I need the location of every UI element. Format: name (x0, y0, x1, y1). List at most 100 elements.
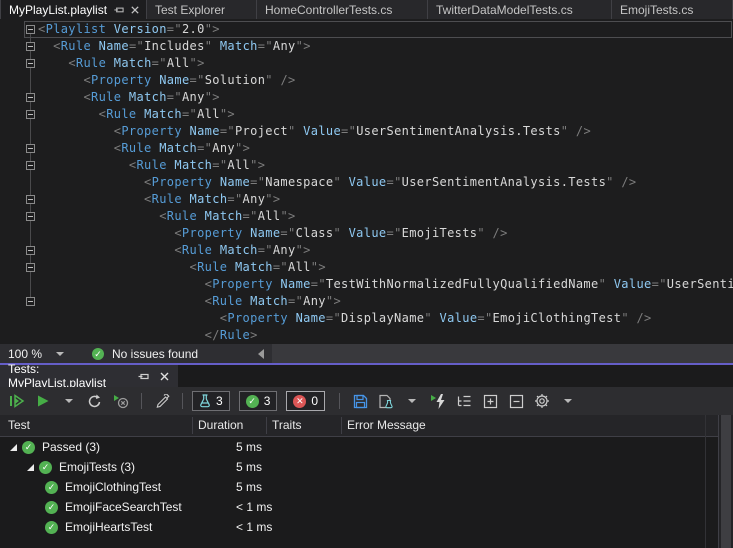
save-playlist-button[interactable] (349, 390, 371, 412)
code-line-14[interactable]: <Rule Match="Any"> (0, 242, 733, 259)
code-line-6[interactable]: <Rule Match="All"> (0, 106, 733, 123)
expand-all-button[interactable] (479, 390, 501, 412)
test-row-2[interactable]: ✓ EmojiTests (3) 5 ms (0, 457, 733, 477)
code-line-19[interactable]: </Rule> (0, 327, 733, 344)
document-tab-1[interactable]: MyPlayList.playlist (0, 0, 147, 19)
code-line-15[interactable]: <Rule Match="All"> (0, 259, 733, 276)
playlist-options-dropdown[interactable] (401, 390, 423, 412)
test-label: EmojiHeartsTest (65, 520, 153, 534)
code-text: <Playlist Version="2.0"> (38, 22, 220, 36)
vertical-scrollbar[interactable] (718, 415, 733, 548)
close-icon[interactable] (130, 5, 140, 15)
code-line-12[interactable]: <Rule Match="All"> (0, 208, 733, 225)
code-line-8[interactable]: <Rule Match="Any"> (0, 140, 733, 157)
toolbar-separator (182, 393, 183, 409)
column-header-duration[interactable]: Duration (198, 418, 243, 432)
close-icon[interactable] (159, 371, 170, 382)
settings-dropdown[interactable] (557, 390, 579, 412)
code-line-18[interactable]: <Property Name="DisplayName" Value="Emoj… (0, 310, 733, 327)
run-tests-button[interactable] (32, 390, 54, 412)
fold-collapse-icon[interactable] (26, 297, 35, 306)
vertical-scrollbar-thumb[interactable] (721, 415, 731, 548)
code-line-4[interactable]: <Property Name="Solution" /> (0, 72, 733, 89)
run-all-tests-button[interactable] (6, 390, 28, 412)
fold-collapse-icon[interactable] (26, 59, 35, 68)
fold-collapse-icon[interactable] (26, 110, 35, 119)
test-label: EmojiTests (3) (59, 460, 136, 474)
horizontal-scrollbar[interactable] (250, 344, 733, 363)
column-header-error[interactable]: Error Message (347, 418, 426, 432)
document-health-indicator[interactable]: ✓ No issues found (92, 347, 198, 361)
scroll-left-icon[interactable] (258, 348, 264, 359)
code-line-7[interactable]: <Property Name="Project" Value="UserSent… (0, 123, 733, 140)
document-tab-3[interactable]: HomeControllerTests.cs (257, 0, 428, 19)
flask-icon (200, 394, 210, 408)
test-label: EmojiClothingTest (65, 480, 162, 494)
pencil-icon (156, 393, 170, 408)
test-passed-icon: ✓ (45, 520, 58, 534)
code-line-10[interactable]: <Property Name="Namespace" Value="UserSe… (0, 174, 733, 191)
repeat-last-run-button[interactable] (84, 390, 106, 412)
code-line-13[interactable]: <Property Name="Class" Value="EmojiTests… (0, 225, 733, 242)
passed-tests-counter[interactable]: ✓ 3 (238, 391, 278, 411)
playlist-options-button[interactable] (375, 390, 397, 412)
cancel-run-icon (114, 394, 129, 408)
column-header-test[interactable]: Test (8, 418, 30, 432)
total-tests-counter[interactable]: 3 (192, 391, 230, 411)
test-row-3[interactable]: ✓ EmojiClothingTest 5 ms (0, 477, 733, 497)
pin-icon[interactable] (113, 4, 124, 15)
code-line-17[interactable]: <Rule Match="Any"> (0, 293, 733, 310)
run-after-build-button[interactable] (427, 390, 449, 412)
fold-collapse-icon[interactable] (26, 263, 35, 272)
test-row-1[interactable]: ✓ Passed (3) 5 ms (0, 437, 733, 457)
fold-collapse-icon[interactable] (26, 93, 35, 102)
edit-playlist-button[interactable] (151, 390, 173, 412)
collapse-all-icon (509, 394, 523, 408)
expander-expanded-icon[interactable] (25, 462, 36, 473)
run-dropdown-button[interactable] (58, 390, 80, 412)
horizontal-scrollbar-thumb[interactable] (272, 344, 733, 363)
visual-studio-window: MyPlayList.playlist Test Explorer HomeCont… (0, 0, 733, 548)
column-divider[interactable] (192, 417, 193, 434)
code-line-9[interactable]: <Rule Match="All"> (0, 157, 733, 174)
test-row-5[interactable]: ✓ EmojiHeartsTest < 1 ms (0, 517, 733, 537)
test-label: Passed (3) (42, 440, 101, 454)
document-tab-2[interactable]: Test Explorer (147, 0, 257, 19)
run-all-icon (10, 394, 25, 408)
code-line-3[interactable]: <Rule Match="All"> (0, 55, 733, 72)
gear-icon (535, 394, 550, 408)
group-by-button[interactable] (453, 390, 475, 412)
document-tab-4[interactable]: TwitterDataModelTests.cs (428, 0, 612, 19)
failed-x-icon: ✕ (293, 394, 307, 408)
fold-collapse-icon[interactable] (26, 42, 35, 51)
chevron-down-icon (65, 399, 73, 403)
collapse-all-button[interactable] (505, 390, 527, 412)
fold-collapse-icon[interactable] (26, 195, 35, 204)
tests-panel-tab[interactable]: Tests: MyPlayList.playlist (0, 362, 178, 390)
fold-collapse-icon[interactable] (26, 212, 35, 221)
failed-tests-counter[interactable]: ✕ 0 (286, 391, 326, 411)
code-text: <Rule Match="All"> (98, 107, 235, 121)
document-tab-5[interactable]: EmojiTests.cs (612, 0, 733, 19)
expander-expanded-icon[interactable] (8, 442, 19, 453)
test-row-4[interactable]: ✓ EmojiFaceSearchTest < 1 ms (0, 497, 733, 517)
fold-collapse-icon[interactable] (26, 25, 35, 34)
fold-collapse-icon[interactable] (26, 144, 35, 153)
code-line-2[interactable]: <Rule Name="Includes" Match="Any"> (0, 38, 733, 55)
cancel-run-button[interactable] (110, 390, 132, 412)
settings-button[interactable] (531, 390, 553, 412)
code-line-5[interactable]: <Rule Match="Any"> (0, 89, 733, 106)
xml-editor[interactable]: <Playlist Version="2.0"> <Rule Name="Inc… (0, 19, 733, 344)
zoom-selector[interactable]: 100 % (0, 347, 78, 361)
test-label: EmojiFaceSearchTest (65, 500, 182, 514)
code-line-16[interactable]: <Property Name="TestWithNormalizedFullyQ… (0, 276, 733, 293)
fold-collapse-icon[interactable] (26, 161, 35, 170)
code-line-11[interactable]: <Rule Match="Any"> (0, 191, 733, 208)
fold-collapse-icon[interactable] (26, 246, 35, 255)
pin-icon[interactable] (137, 370, 149, 382)
column-divider[interactable] (266, 417, 267, 434)
column-header-traits[interactable]: Traits (272, 418, 302, 432)
chevron-down-icon (564, 399, 573, 403)
code-line-1[interactable]: <Playlist Version="2.0"> (0, 21, 733, 38)
column-divider[interactable] (341, 417, 342, 434)
